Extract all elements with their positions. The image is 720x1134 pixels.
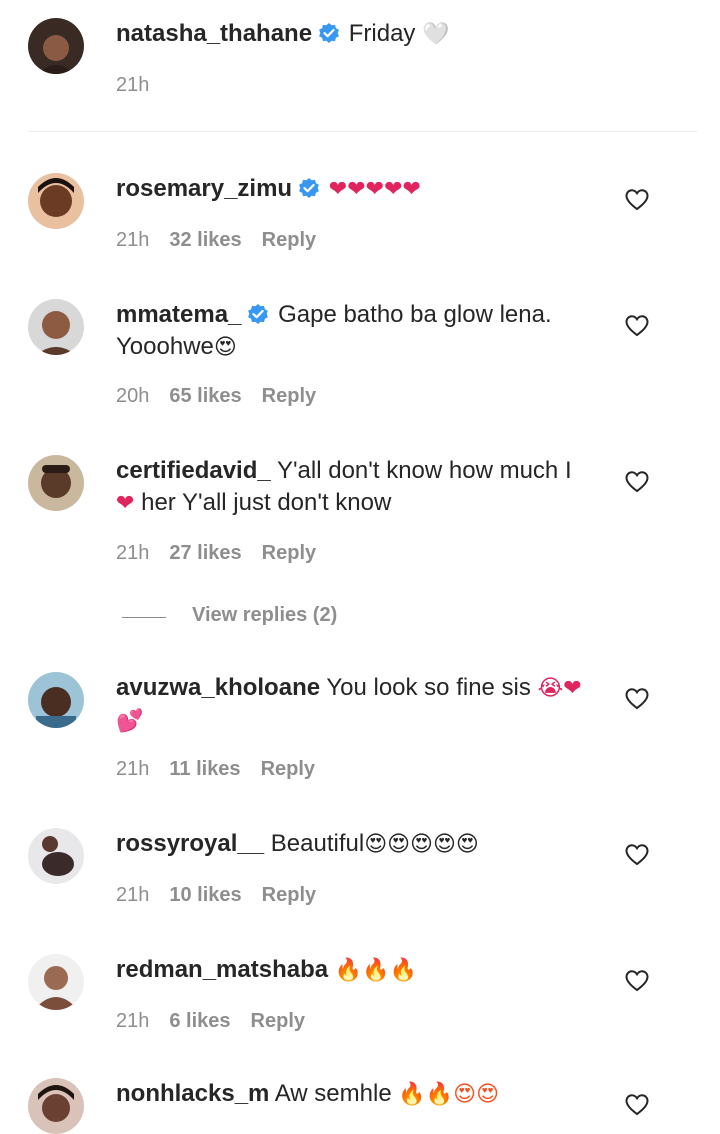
reply-button[interactable]: Reply xyxy=(251,1010,305,1032)
avatar[interactable] xyxy=(28,299,84,355)
heart-outline-icon[interactable] xyxy=(624,968,650,994)
reply-button[interactable]: Reply xyxy=(262,385,316,407)
timestamp: 21h xyxy=(116,229,150,251)
likes-count[interactable]: 10 likes xyxy=(169,884,241,906)
fire-emoji: 🔥🔥🔥 xyxy=(334,958,417,983)
comment-body: Gape batho ba glow lena. xyxy=(278,301,552,328)
username[interactable]: natasha_thahane xyxy=(116,20,312,47)
timestamp: 21h xyxy=(116,884,150,906)
avatar[interactable] xyxy=(28,954,84,1010)
comment-body: Beautiful xyxy=(270,830,365,857)
likes-count[interactable]: 11 likes xyxy=(169,758,240,780)
fire-heart-eyes-emoji: 🔥🔥😍😍 xyxy=(398,1082,500,1107)
timestamp: 20h xyxy=(116,385,150,407)
heart-outline-icon[interactable] xyxy=(624,187,650,213)
heart-outline-icon[interactable] xyxy=(624,842,650,868)
heart-outline-icon[interactable] xyxy=(624,469,650,495)
view-replies-line xyxy=(122,617,166,618)
timestamp: 21h xyxy=(116,542,150,564)
avatar[interactable] xyxy=(28,173,84,229)
comment-text: certifiedavid_ Y'all don't know how much… xyxy=(116,455,606,520)
heart-outline-icon[interactable] xyxy=(624,686,650,712)
likes-count[interactable]: 65 likes xyxy=(169,385,241,407)
timestamp: 21h xyxy=(116,758,150,780)
username[interactable]: avuzwa_kholoane xyxy=(116,674,320,701)
username[interactable]: rosemary_zimu xyxy=(116,175,292,202)
likes-count[interactable]: 32 likes xyxy=(169,229,241,251)
avatar[interactable] xyxy=(28,672,84,728)
reply-button[interactable]: Reply xyxy=(262,229,316,251)
username[interactable]: mmatema_ xyxy=(116,301,241,328)
reply-button[interactable]: Reply xyxy=(262,884,316,906)
caption-body: Friday xyxy=(348,20,416,47)
comment-body: Aw semhle xyxy=(274,1080,392,1107)
caption-meta: 21h xyxy=(116,74,169,97)
caption-text: natasha_thahane Friday 🤍 xyxy=(116,18,606,51)
username[interactable]: certifiedavid_ xyxy=(116,457,271,484)
comment-text: mmatema_ Gape batho ba glow lena. Yooohw… xyxy=(116,299,606,364)
hearts-emoji: ❤❤❤❤❤ xyxy=(328,177,421,202)
heart-eyes-emoji: 😍😍😍😍😍 xyxy=(364,832,479,857)
comment-meta: 20h 65 likes Reply xyxy=(116,385,336,408)
red-heart-emoji: ❤ xyxy=(116,491,135,516)
comment-text: redman_matshaba 🔥🔥🔥 xyxy=(116,954,606,987)
avatar[interactable] xyxy=(28,828,84,884)
divider xyxy=(28,131,698,132)
comment-text: rossyroyal__ Beautiful😍😍😍😍😍 xyxy=(116,828,606,861)
timestamp: 21h xyxy=(116,74,150,96)
comment-meta: 21h 6 likes Reply xyxy=(116,1010,325,1033)
comment-text: rosemary_zimu ❤❤❤❤❤ xyxy=(116,173,606,206)
comment-body: You look so fine sis xyxy=(326,674,531,701)
username[interactable]: rossyroyal__ xyxy=(116,830,264,857)
likes-count[interactable]: 27 likes xyxy=(169,542,241,564)
comment-meta: 21h 10 likes Reply xyxy=(116,884,336,907)
likes-count[interactable]: 6 likes xyxy=(169,1010,230,1032)
verified-badge-icon xyxy=(298,177,321,199)
avatar[interactable] xyxy=(28,1078,84,1134)
white-heart-emoji: 🤍 xyxy=(422,22,450,47)
comment-body-cont: Yooohwe xyxy=(116,333,214,360)
username[interactable]: redman_matshaba xyxy=(116,956,328,983)
reply-button[interactable]: Reply xyxy=(262,542,316,564)
comment-text: nonhlacks_m Aw semhle 🔥🔥😍😍 xyxy=(116,1078,606,1111)
comment-meta: 21h 27 likes Reply xyxy=(116,542,336,565)
avatar[interactable] xyxy=(28,18,84,74)
comment-meta: 21h 32 likes Reply xyxy=(116,229,336,252)
heart-outline-icon[interactable] xyxy=(624,1092,650,1118)
verified-badge-icon xyxy=(247,303,270,325)
comment-body: Y'all don't know how much I xyxy=(276,457,572,484)
comment-body-cont: her Y'all just don't know xyxy=(141,489,392,516)
avatar[interactable] xyxy=(28,455,84,511)
comment-text: avuzwa_kholoane You look so fine sis 😭❤ … xyxy=(116,672,606,738)
view-replies-button[interactable]: View replies (2) xyxy=(192,604,337,627)
timestamp: 21h xyxy=(116,1010,150,1032)
username[interactable]: nonhlacks_m xyxy=(116,1080,269,1107)
two-hearts-emoji: 💕 xyxy=(116,709,144,734)
comment-meta: 21h 11 likes Reply xyxy=(116,758,335,781)
verified-badge-icon xyxy=(318,22,341,44)
heart-outline-icon[interactable] xyxy=(624,313,650,339)
reply-button[interactable]: Reply xyxy=(261,758,315,780)
heart-eyes-emoji: 😍 xyxy=(213,335,237,360)
crying-heart-emoji: 😭❤ xyxy=(537,676,582,701)
